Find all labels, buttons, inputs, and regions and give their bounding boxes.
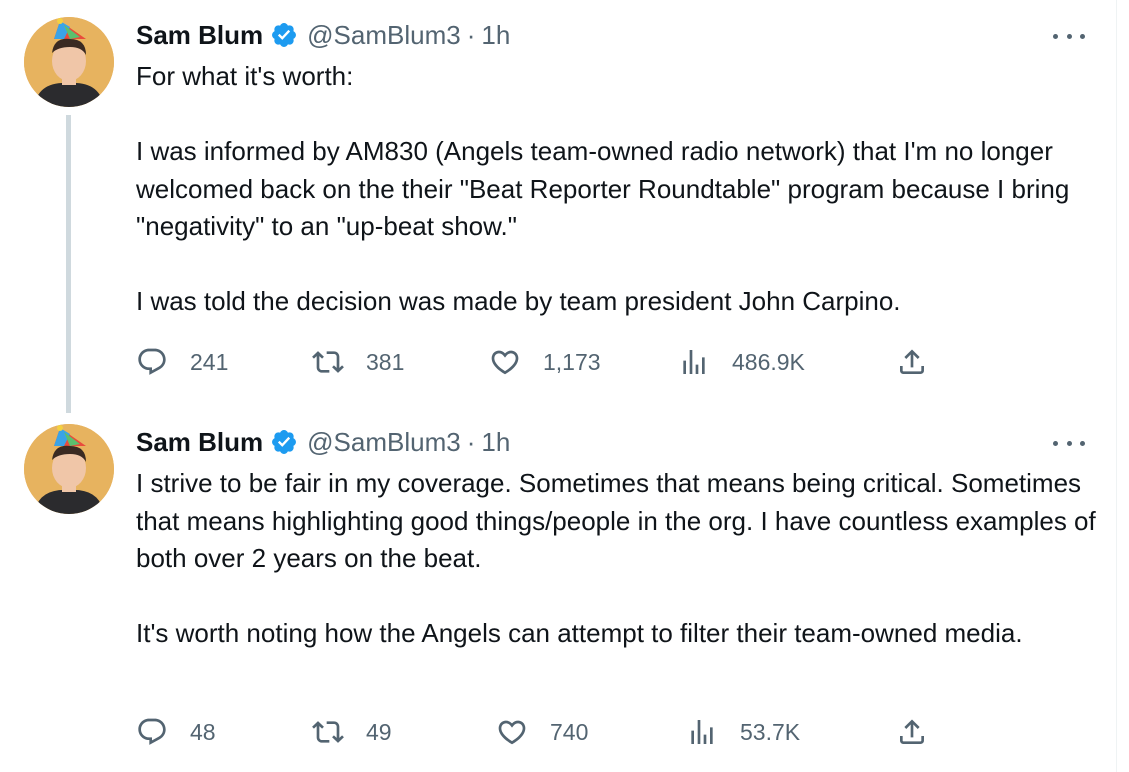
like-icon (498, 720, 526, 745)
repost-icon (312, 721, 344, 743)
tweet-paragraph: I was informed by AM830 (Angels team-own… (136, 136, 1070, 241)
tweet-text: For what it's worth: I was informed by A… (136, 58, 1096, 321)
verified-badge-icon (272, 430, 297, 454)
tweet-paragraph: I was told the decision was made by team… (136, 286, 901, 316)
views-icon (691, 720, 713, 744)
tweet-paragraph: It's worth noting how the Angels can att… (136, 618, 1023, 648)
author-name[interactable]: Sam Blum (136, 20, 263, 51)
share-button[interactable] (896, 714, 928, 750)
thread-line (66, 115, 71, 413)
tweet-actions: 48 49 740 53.7K (136, 714, 936, 750)
tweet-header: Sam Blum @SamBlum3 · 1h (136, 425, 510, 459)
repost-count: 381 (366, 348, 405, 375)
verified-badge-icon (272, 23, 297, 47)
reply-count: 48 (190, 718, 216, 745)
views-count: 486.9K (732, 348, 805, 375)
separator: · (466, 426, 476, 457)
more-icon[interactable] (1053, 26, 1085, 46)
author-name[interactable]: Sam Blum (136, 427, 263, 458)
separator: · (466, 19, 476, 50)
tweet-actions: 241 381 1,173 486.9K (136, 344, 936, 380)
tweet-1[interactable]: Sam Blum @SamBlum3 · 1h For what it's wo… (0, 0, 1116, 420)
repost-button[interactable]: 49 (312, 714, 392, 750)
timestamp[interactable]: 1h (481, 20, 510, 51)
tweet-paragraph: For what it's worth: (136, 61, 354, 91)
views-icon (683, 350, 705, 374)
like-button[interactable]: 740 (496, 714, 588, 750)
author-handle[interactable]: @SamBlum3 (307, 427, 461, 458)
repost-button[interactable]: 381 (312, 344, 404, 380)
reply-button[interactable]: 48 (136, 714, 216, 750)
share-icon (900, 349, 924, 374)
tweet-2[interactable]: Sam Blum @SamBlum3 · 1h I strive to be f… (0, 420, 1116, 772)
timestamp[interactable]: 1h (481, 427, 510, 458)
share-icon (900, 719, 924, 744)
avatar[interactable] (24, 17, 114, 107)
reply-icon (138, 718, 166, 745)
reply-count: 241 (190, 348, 229, 375)
like-count: 740 (550, 718, 589, 745)
tweet-text: I strive to be fair in my coverage. Some… (136, 465, 1096, 653)
repost-icon (312, 351, 344, 373)
tweet-header: Sam Blum @SamBlum3 · 1h (136, 18, 510, 52)
like-count: 1,173 (543, 348, 601, 375)
share-button[interactable] (896, 344, 928, 380)
tweet-paragraph: I strive to be fair in my coverage. Some… (136, 468, 1096, 573)
like-button[interactable]: 1,173 (489, 344, 601, 380)
more-icon[interactable] (1053, 433, 1085, 453)
views-button[interactable]: 53.7K (686, 714, 800, 750)
reply-button[interactable]: 241 (136, 344, 228, 380)
avatar[interactable] (24, 424, 114, 514)
reply-icon (138, 348, 166, 375)
like-icon (491, 350, 519, 375)
author-handle[interactable]: @SamBlum3 (307, 20, 461, 51)
views-count: 53.7K (740, 718, 801, 745)
column-border (1116, 0, 1117, 772)
repost-count: 49 (366, 718, 392, 745)
views-button[interactable]: 486.9K (678, 344, 805, 380)
